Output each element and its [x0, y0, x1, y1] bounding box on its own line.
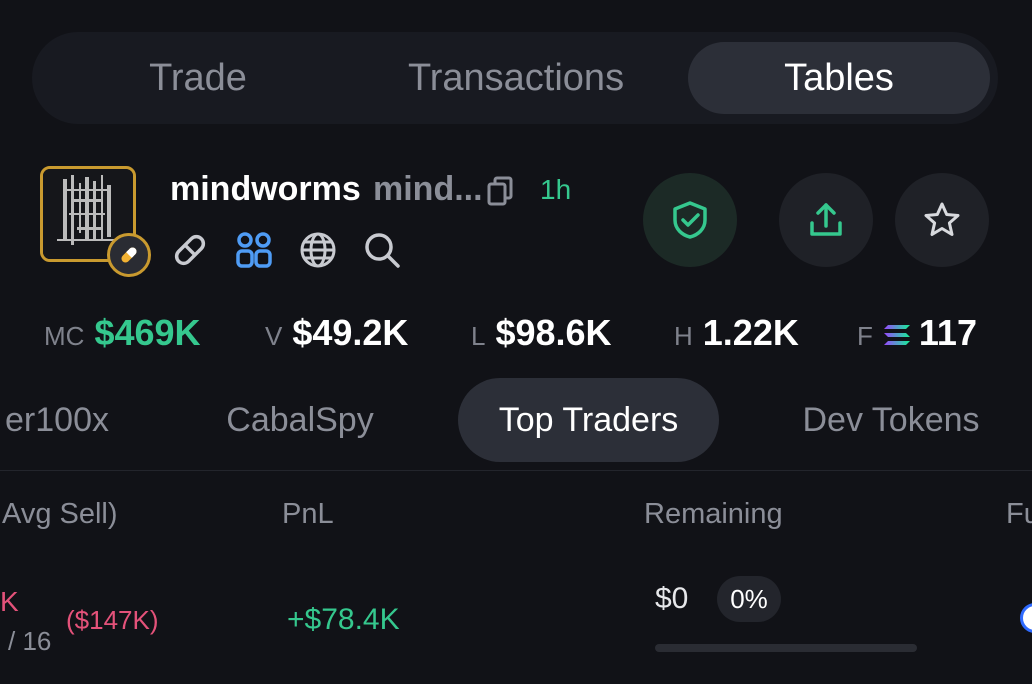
header-avg-sell[interactable]: Avg Sell): [2, 498, 118, 531]
remaining-percent-badge: 0%: [717, 576, 781, 622]
search-icon[interactable]: [362, 230, 402, 270]
funding-source-icon[interactable]: [1020, 603, 1032, 633]
tab-tables[interactable]: Tables: [688, 42, 990, 114]
share-icon: [810, 203, 842, 236]
stat-liquidity: L $98.6K: [471, 312, 612, 354]
stat-label: H: [674, 321, 693, 351]
view-switcher: Trade Transactions Tables: [32, 32, 998, 124]
header-remaining[interactable]: Remaining: [644, 498, 783, 531]
community-icon[interactable]: [234, 230, 274, 270]
stat-label: V: [265, 321, 283, 351]
shield-check-icon: [673, 201, 707, 239]
stat-value: $98.6K: [495, 312, 612, 353]
header-pnl[interactable]: PnL: [282, 498, 334, 531]
favorite-button[interactable]: [895, 173, 989, 267]
avg-sell: ($147K): [66, 605, 159, 635]
stat-label: MC: [44, 321, 85, 351]
remaining-progress-bar: [655, 644, 917, 652]
tab-top-traders[interactable]: Top Traders: [458, 378, 719, 462]
pnl-value: +$78.4K: [287, 603, 400, 636]
token-page: Trade Transactions Tables mindworms mind…: [0, 0, 1032, 684]
sold-amount: K: [0, 586, 19, 617]
stat-value: 1.22K: [702, 312, 799, 353]
stat-holders: H 1.22K: [674, 312, 799, 354]
stat-fees: F 117: [857, 312, 977, 354]
copy-icon[interactable]: [485, 174, 517, 206]
pill-badge: [107, 233, 151, 277]
audit-button[interactable]: [643, 173, 737, 267]
sold-tx-count: / 16: [8, 626, 52, 656]
tab-transactions[interactable]: Transactions: [368, 42, 664, 114]
tab-dev-tokens[interactable]: Dev Tokens: [778, 378, 1004, 462]
pill-icon: [121, 247, 137, 263]
remaining-value: $0: [655, 582, 689, 615]
star-icon: [924, 202, 960, 236]
share-button[interactable]: [779, 173, 873, 267]
link-icon[interactable]: [170, 230, 210, 270]
token-ticker: mind...: [373, 170, 483, 208]
solana-icon: [883, 325, 910, 345]
header-funding[interactable]: Fu: [1006, 498, 1032, 531]
token-name: mindworms: [170, 170, 361, 208]
stat-value: $49.2K: [292, 312, 409, 353]
globe-icon[interactable]: [298, 230, 338, 270]
token-age: 1h: [540, 174, 572, 205]
stat-value: $469K: [94, 312, 201, 353]
tab-cabalspy[interactable]: CabalSpy: [200, 378, 400, 462]
divider: [0, 470, 1032, 471]
tab-trade[interactable]: Trade: [118, 42, 278, 114]
stat-label: F: [857, 321, 873, 351]
stat-market-cap: MC $469K: [44, 312, 201, 354]
tab-sniper100x[interactable]: er100x: [0, 378, 122, 462]
stat-value: 117: [918, 312, 977, 353]
stat-volume: V $49.2K: [265, 312, 408, 354]
stat-label: L: [471, 321, 486, 351]
